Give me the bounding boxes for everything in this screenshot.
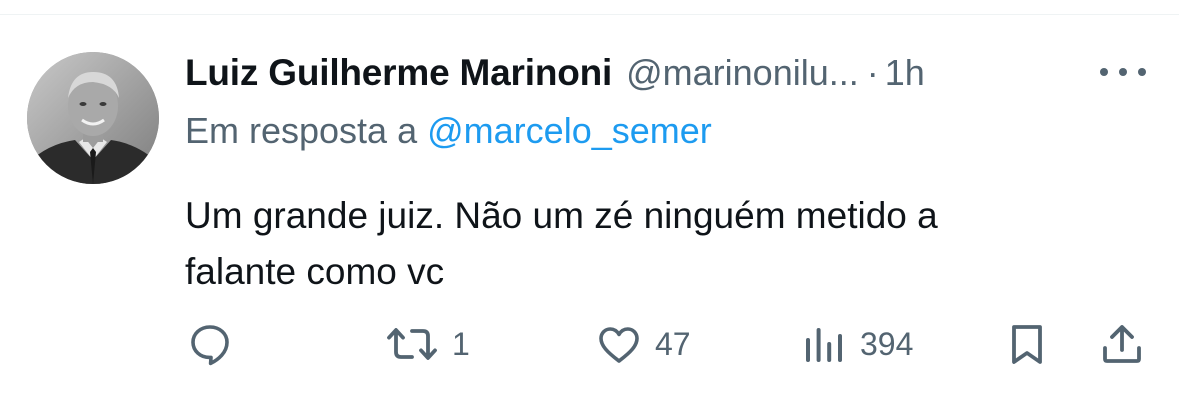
views-count: 394 bbox=[860, 325, 914, 362]
tweet-timestamp[interactable]: 1h bbox=[885, 52, 925, 94]
author-handle[interactable]: @marinonilu... bbox=[626, 52, 859, 94]
retweet-icon bbox=[387, 328, 437, 360]
avatar-image bbox=[27, 52, 159, 184]
share-icon bbox=[1103, 325, 1141, 363]
more-icon bbox=[1100, 68, 1146, 76]
tweet-header: Luiz Guilherme Marinoni @marinonilu... ·… bbox=[185, 50, 925, 96]
share-button[interactable] bbox=[1098, 318, 1146, 370]
retweet-count: 1 bbox=[452, 325, 470, 362]
avatar[interactable] bbox=[27, 52, 159, 184]
heart-icon bbox=[599, 327, 639, 363]
more-options-button[interactable] bbox=[1098, 58, 1148, 86]
separator-dot: · bbox=[866, 52, 879, 93]
action-bar: 1 47 394 bbox=[0, 318, 1179, 370]
reply-icon bbox=[191, 325, 229, 366]
top-divider bbox=[0, 14, 1179, 15]
retweet-button[interactable]: 1 bbox=[384, 318, 470, 370]
views-button[interactable]: 394 bbox=[800, 318, 913, 370]
reply-context: Em resposta a @marcelo_semer bbox=[185, 110, 712, 152]
tweet-text-line: Um grande juiz. Não um zé ninguém metido… bbox=[185, 195, 938, 236]
views-icon bbox=[806, 328, 842, 362]
like-button[interactable]: 47 bbox=[595, 318, 691, 370]
reply-prefix: Em resposta a bbox=[185, 110, 418, 151]
reply-button[interactable] bbox=[186, 318, 246, 370]
tweet-text-line: falante como vc bbox=[185, 251, 445, 292]
reply-mention-link[interactable]: @marcelo_semer bbox=[427, 110, 712, 151]
bookmark-button[interactable] bbox=[1003, 318, 1051, 370]
author-display-name[interactable]: Luiz Guilherme Marinoni bbox=[185, 52, 612, 94]
bookmark-icon bbox=[1012, 325, 1042, 364]
tweet-text: Um grande juiz. Não um zé ninguém metido… bbox=[185, 188, 1145, 300]
like-count: 47 bbox=[655, 325, 691, 362]
